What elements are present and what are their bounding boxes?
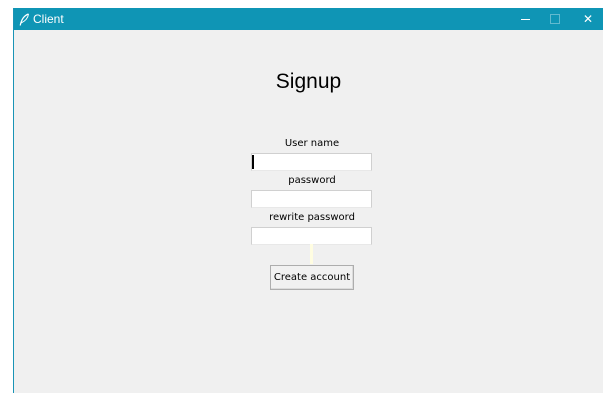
username-field[interactable] (251, 153, 372, 171)
status-message-area (310, 244, 313, 264)
feather-icon (18, 12, 30, 26)
username-label: User name (284, 138, 340, 149)
close-icon: ✕ (582, 12, 594, 26)
password-label: password (288, 175, 336, 186)
page-title: Signup (275, 70, 342, 93)
password-field[interactable] (251, 190, 372, 208)
minimize-button[interactable] (510, 8, 540, 30)
maximize-icon (550, 14, 560, 24)
rewrite-password-field[interactable] (251, 227, 372, 245)
title-bar[interactable]: Client ✕ (14, 8, 603, 30)
maximize-button[interactable] (540, 8, 570, 30)
window-title: Client (33, 12, 64, 26)
minimize-icon (520, 18, 530, 20)
text-cursor (252, 155, 254, 169)
rewrite-password-label: rewrite password (269, 212, 355, 223)
app-window: Client ✕ Signup User name password rewri… (13, 8, 603, 393)
create-account-button[interactable]: Create account (270, 265, 354, 290)
close-button[interactable]: ✕ (573, 8, 603, 30)
